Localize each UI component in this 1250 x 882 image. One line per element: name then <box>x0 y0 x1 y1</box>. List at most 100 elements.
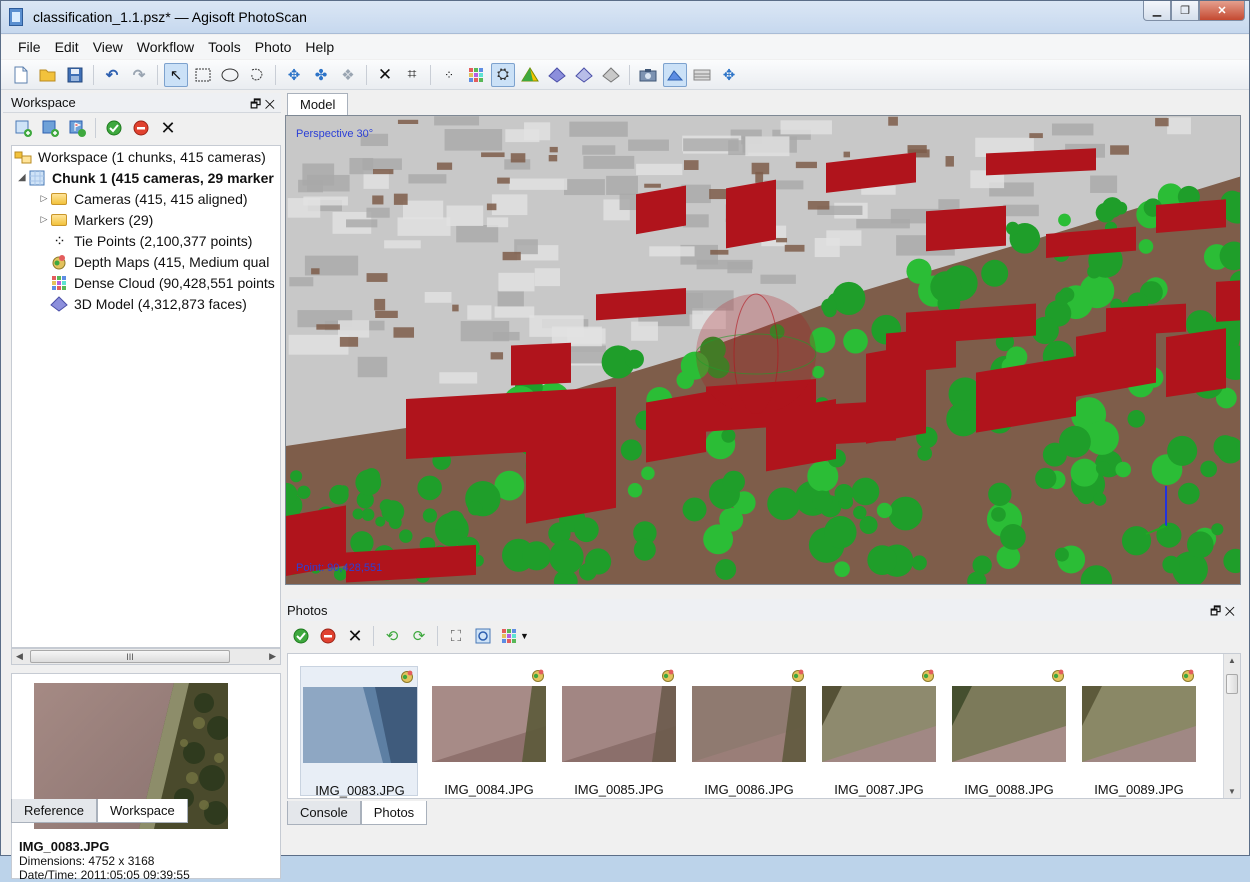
menu-view[interactable]: View <box>86 39 130 55</box>
show-region-icon[interactable] <box>690 63 714 87</box>
tree-item[interactable]: ▷ Cameras (415, 415 aligned) <box>12 188 280 209</box>
menu-help[interactable]: Help <box>298 39 341 55</box>
photo-thumbnail[interactable]: IMG_0083.JPG <box>300 666 418 798</box>
tab-workspace[interactable]: Workspace <box>96 799 188 823</box>
tree-item-label: Markers (29) <box>74 211 154 228</box>
panel-float-close-icons[interactable]: 🗗 ✕ <box>250 95 275 116</box>
reset-filter-icon[interactable] <box>471 624 495 648</box>
expand-arrow-icon[interactable]: ▷ <box>38 214 50 225</box>
crop-icon[interactable]: ⌗ <box>400 63 424 87</box>
model-viewport[interactable]: Perspective 30° Point: 90,428,551 <box>285 115 1241 585</box>
photo-thumbnail[interactable]: IMG_0087.JPG <box>820 666 938 797</box>
tie-points-icon[interactable]: ⁘ <box>437 63 461 87</box>
ellipse-select-icon[interactable] <box>218 63 242 87</box>
tree-item[interactable]: Workspace (1 chunks, 415 cameras) <box>12 146 280 167</box>
photo-thumbnail[interactable]: IMG_0084.JPG <box>430 666 548 797</box>
disable-photo-icon[interactable] <box>316 624 340 648</box>
tree-item[interactable]: 3D Model (4,312,873 faces) <box>12 293 280 314</box>
rect-select-icon[interactable] <box>191 63 215 87</box>
workspace-title: Workspace 🗗 ✕ <box>3 93 281 113</box>
chunk-icon <box>28 170 46 186</box>
save-icon[interactable] <box>63 63 87 87</box>
enable-photo-icon[interactable] <box>289 624 313 648</box>
scroll-thumb[interactable]: III <box>30 650 230 663</box>
photo-filename: IMG_0089.JPG <box>1094 782 1184 797</box>
scroll-right-arrow-icon[interactable]: ▶ <box>269 651 276 662</box>
photo-thumbnail[interactable]: IMG_0089.JPG <box>1080 666 1198 797</box>
undo-icon[interactable]: ↶ <box>100 63 124 87</box>
free-select-icon[interactable] <box>245 63 269 87</box>
minimize-button[interactable]: ▁ <box>1143 1 1171 21</box>
enable-icon[interactable] <box>102 116 126 140</box>
tab-console[interactable]: Console <box>287 801 361 825</box>
expand-arrow-icon[interactable]: ▷ <box>38 193 50 204</box>
scroll-down-arrow-icon[interactable]: ▼ <box>1228 787 1236 796</box>
workspace-title-label: Workspace <box>11 95 76 110</box>
tab-model[interactable]: Model <box>287 93 349 115</box>
rotate-left-icon[interactable]: ⟲ <box>380 624 404 648</box>
navigate-icon[interactable]: ✥ <box>717 63 741 87</box>
photo-thumbnail-image <box>432 686 546 762</box>
redo-icon[interactable]: ↷ <box>127 63 151 87</box>
app-window: classification_1.1.psz* — Agisoft PhotoS… <box>0 0 1250 882</box>
scroll-thumb[interactable] <box>1226 674 1238 694</box>
remove-icon[interactable]: ✕ <box>156 116 180 140</box>
select-pointer-icon[interactable]: ↖ <box>164 62 188 87</box>
preview-datetime: Date/Time: 2011:05:05 09:39:55 <box>19 868 190 882</box>
disable-icon[interactable] <box>129 116 153 140</box>
menu-tools[interactable]: Tools <box>201 39 248 55</box>
model-icon[interactable] <box>599 63 623 87</box>
dropdown-arrow-icon[interactable]: ▼ <box>520 631 529 641</box>
menu-photo[interactable]: Photo <box>248 39 299 55</box>
tree-item[interactable]: ▷ Markers (29) <box>12 209 280 230</box>
close-button[interactable]: ✕ <box>1199 1 1245 21</box>
new-file-icon[interactable] <box>9 63 33 87</box>
photo-filename: IMG_0086.JPG <box>704 782 794 797</box>
rotate-right-icon[interactable]: ⟳ <box>407 624 431 648</box>
tree-item[interactable]: Dense Cloud (90,428,551 points <box>12 272 280 293</box>
solid-model-icon[interactable] <box>518 63 542 87</box>
move-object-icon[interactable]: ✤ <box>309 63 333 87</box>
tab-photos[interactable]: Photos <box>360 801 428 825</box>
delete-icon[interactable]: ✕ <box>373 63 397 87</box>
rotate-object-icon[interactable]: ✥ <box>282 63 306 87</box>
scale-object-icon[interactable]: ❖ <box>336 63 360 87</box>
preview-filename: IMG_0083.JPG <box>19 839 110 854</box>
show-cameras-icon[interactable] <box>663 62 687 87</box>
menu-file[interactable]: File <box>11 39 48 55</box>
open-folder-icon[interactable] <box>36 63 60 87</box>
depth-maps-icon <box>50 254 68 270</box>
photos-toolbar: ✕ ⟲ ⟳ ⛶ ▼ <box>289 623 535 649</box>
add-photos-icon[interactable] <box>38 116 62 140</box>
tree-item-label: Tie Points (2,100,377 points) <box>74 232 253 249</box>
wireframe-model-icon[interactable] <box>545 63 569 87</box>
add-chunk-icon[interactable] <box>11 116 35 140</box>
photo-filename: IMG_0085.JPG <box>574 782 664 797</box>
photo-thumbnail[interactable]: IMG_0088.JPG <box>950 666 1068 797</box>
scroll-left-arrow-icon[interactable]: ◀ <box>16 651 23 662</box>
add-markers-icon[interactable] <box>65 116 89 140</box>
scroll-up-arrow-icon[interactable]: ▲ <box>1228 656 1236 665</box>
photo-thumbnail[interactable]: IMG_0086.JPG <box>690 666 808 797</box>
camera-icon[interactable] <box>636 63 660 87</box>
menu-edit[interactable]: Edit <box>48 39 86 55</box>
textured-model-icon[interactable] <box>572 63 596 87</box>
menu-workflow[interactable]: Workflow <box>130 39 201 55</box>
collapse-arrow-icon[interactable]: ◢ <box>16 172 28 183</box>
binoculars-icon[interactable]: ⛶ <box>444 624 468 648</box>
shaded-model-icon[interactable]: ⛭ <box>491 62 515 87</box>
tab-reference[interactable]: Reference <box>11 799 97 823</box>
panel-float-close-icons[interactable]: 🗗 ✕ <box>1210 602 1235 623</box>
photos-vertical-scrollbar[interactable]: ▲ ▼ <box>1223 654 1240 798</box>
maximize-button[interactable]: ❐ <box>1171 1 1199 21</box>
tree-item[interactable]: ⁘ Tie Points (2,100,377 points) <box>12 230 280 251</box>
workspace-horizontal-scrollbar[interactable]: ◀ III ▶ <box>11 648 281 665</box>
tree-item[interactable]: Depth Maps (415, Medium qual <box>12 251 280 272</box>
remove-photo-icon[interactable]: ✕ <box>343 624 367 648</box>
workspace-tree: Workspace (1 chunks, 415 cameras) ◢ Chunk … <box>11 145 281 648</box>
photo-thumbnail[interactable]: IMG_0085.JPG <box>560 666 678 797</box>
tree-item[interactable]: ◢ Chunk 1 (415 cameras, 29 marker <box>12 167 280 188</box>
view-mode-icon[interactable]: ▼ <box>498 624 532 648</box>
photos-grid: ▲ ▼ IMG_0083.JPG IMG_0084.JPG IMG_0085.JPG… <box>287 653 1241 799</box>
dense-cloud-icon[interactable] <box>464 63 488 87</box>
